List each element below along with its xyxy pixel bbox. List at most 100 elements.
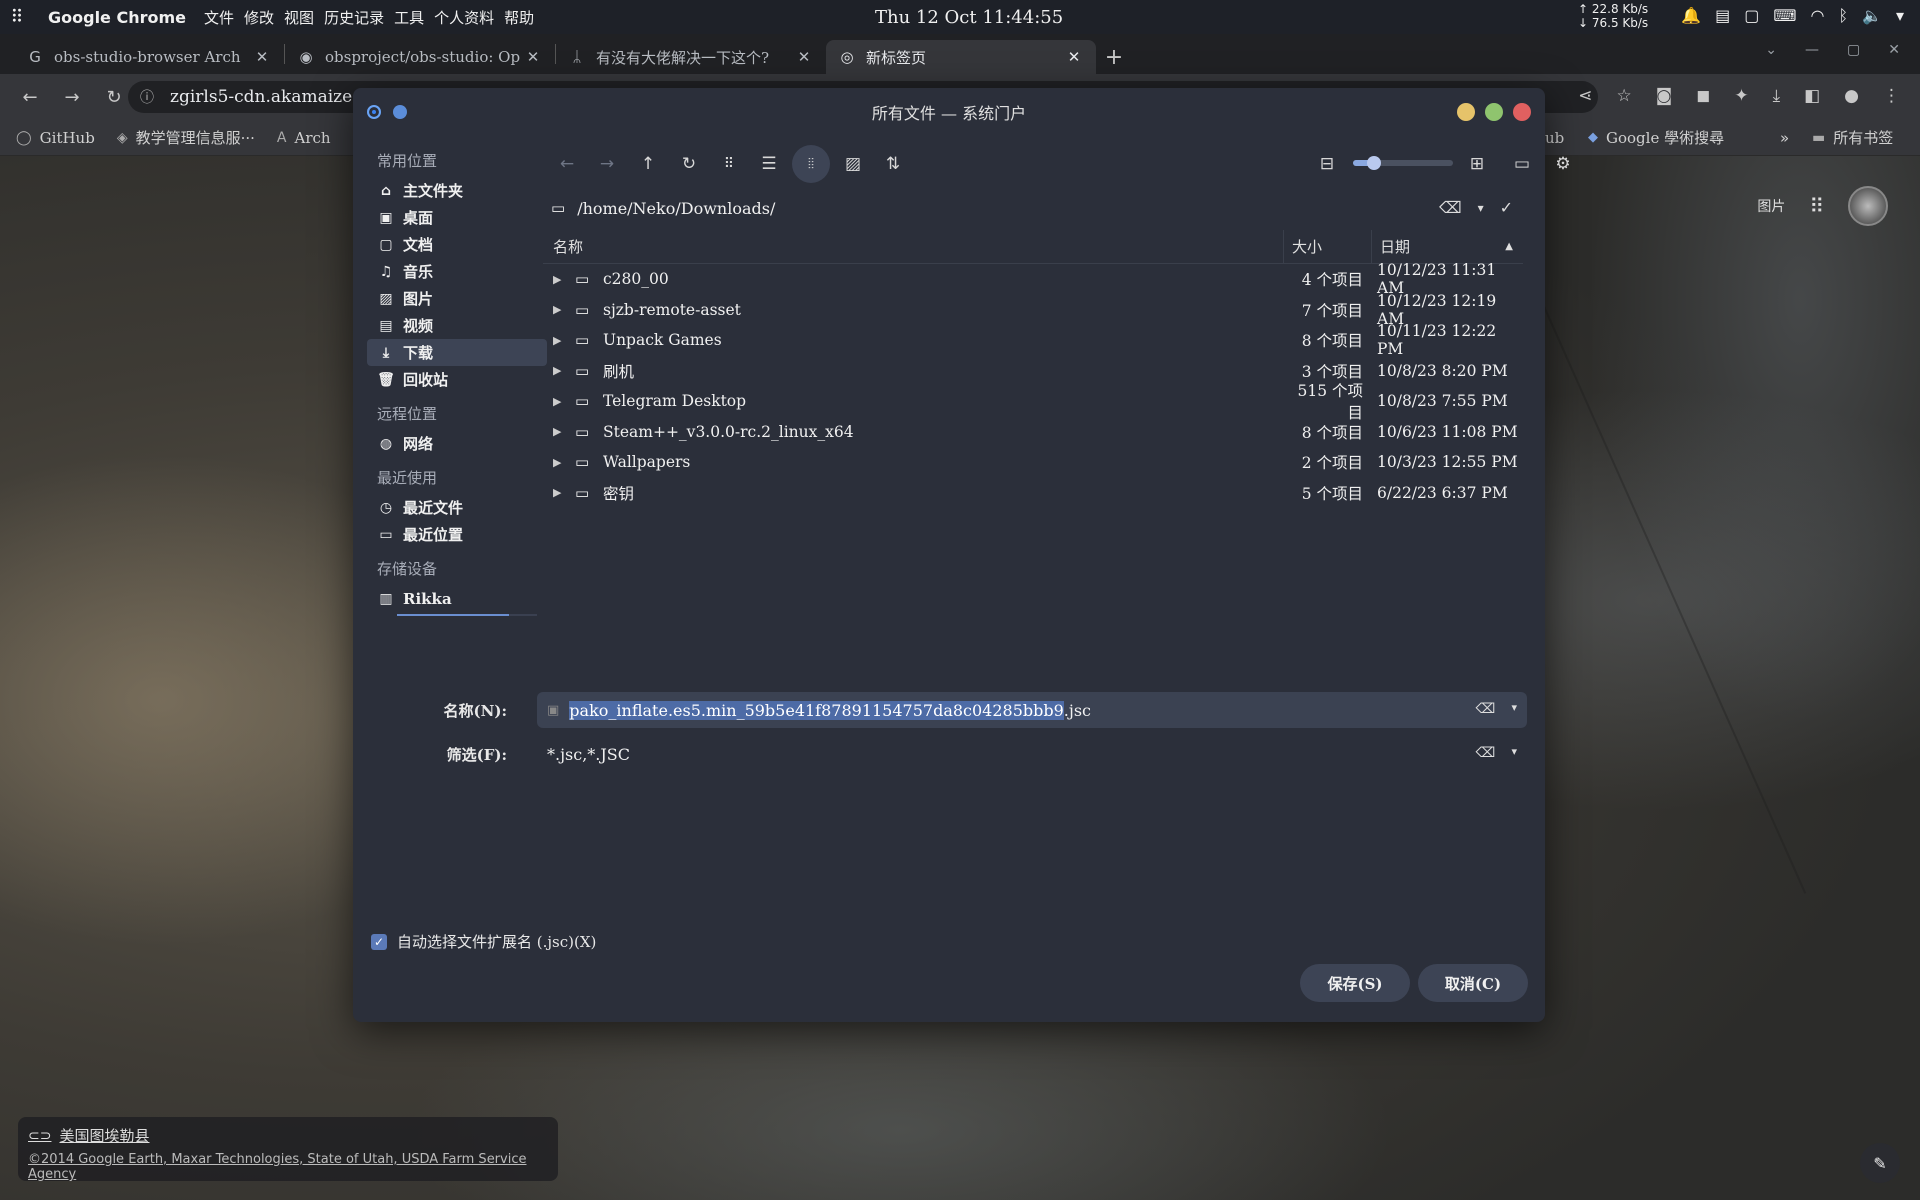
filter-value[interactable]: *.jsc,*.JSC xyxy=(547,745,630,764)
menu-view[interactable]: 视图 xyxy=(284,7,314,28)
more-menu-icon[interactable]: ⋮ xyxy=(1883,86,1900,106)
chevron-down-icon[interactable]: ▾ xyxy=(1511,701,1517,717)
detail-view-icon[interactable]: ⦙⦙ xyxy=(792,145,830,183)
sidebar-item-network[interactable]: ◍ 网络 xyxy=(367,430,547,457)
tab-obsproject[interactable]: ◉ obsproject/obs-studio: Op ✕ xyxy=(285,40,555,74)
zoom-slider-handle[interactable] xyxy=(1367,156,1381,170)
download-icon[interactable]: ⤓ xyxy=(1773,86,1781,106)
sidebar-item-trash[interactable]: 🗑 回收站 xyxy=(367,366,547,393)
bookmark-teaching-system[interactable]: ◈ 教学管理信息服··· xyxy=(117,127,255,148)
path-bar[interactable]: ▭ /home/Neko/Downloads/ ⌫ ▾ ✓ xyxy=(543,192,1523,224)
all-bookmarks-button[interactable]: ▬ 所有书签 xyxy=(1812,127,1893,148)
bookmarks-overflow-button[interactable]: » xyxy=(1780,129,1789,147)
table-row[interactable]: ▶ ▭ 密钥 5 个项目 6/22/23 6:37 PM xyxy=(543,478,1523,509)
filter-input[interactable]: *.jsc,*.JSC ⌫ ▾ xyxy=(537,736,1527,772)
zoom-slider[interactable] xyxy=(1353,156,1453,170)
close-icon[interactable]: ✕ xyxy=(523,48,543,66)
zoom-out-icon[interactable]: ⊟ xyxy=(1313,150,1341,178)
extension-icon[interactable]: ◙ xyxy=(1656,86,1673,106)
avatar[interactable] xyxy=(1848,186,1888,226)
sidebar-item-videos[interactable]: ▤ 视频 xyxy=(367,312,547,339)
site-info-icon[interactable]: ⓘ xyxy=(140,87,160,107)
preview-image-icon[interactable]: ▨ xyxy=(839,150,867,178)
attribution-place-link[interactable]: ⊂⊃ 美国图埃勒县 xyxy=(28,1125,548,1146)
column-header-name[interactable]: 名称 xyxy=(543,236,1283,257)
sort-icon[interactable]: ⇅ xyxy=(879,150,907,178)
reload-icon[interactable]: ↻ xyxy=(98,87,130,108)
tab-search-icon[interactable]: ⌄ xyxy=(1765,42,1777,58)
sidebar-item-rikka[interactable]: ▥ Rikka xyxy=(367,585,547,612)
current-path[interactable]: /home/Neko/Downloads/ xyxy=(577,199,775,218)
customize-chrome-button[interactable]: ✎ xyxy=(1860,1143,1900,1183)
expander-arrow-icon[interactable]: ▶ xyxy=(553,303,567,316)
table-row[interactable]: ▶ ▭ c280_00 4 个项目 10/12/23 11:31 AM xyxy=(543,261,1523,297)
bookmark-github[interactable]: ◯ GitHub xyxy=(16,129,95,147)
sidebar-item-pictures[interactable]: ▨ 图片 xyxy=(367,285,547,312)
attribution-credit[interactable]: ©2014 Google Earth, Maxar Technologies, … xyxy=(28,1152,548,1182)
table-row[interactable]: ▶ ▭ Telegram Desktop 515 个项目 10/8/23 7:55 PM xyxy=(543,382,1523,422)
parent-folder-icon[interactable]: ↑ xyxy=(634,150,662,178)
profile-avatar-icon[interactable]: ● xyxy=(1844,86,1859,106)
auto-extension-option[interactable]: ✓ 自动选择文件扩展名 (.jsc)(X) xyxy=(371,931,596,952)
menu-edit[interactable]: 修改 xyxy=(244,7,274,28)
minimize-button[interactable] xyxy=(1457,103,1475,121)
table-row[interactable]: ▶ ▭ 刷机 3 个项目 10/8/23 8:20 PM xyxy=(543,356,1523,387)
save-button[interactable]: 保存(S) xyxy=(1300,964,1410,1002)
notification-icon[interactable]: 🔔 xyxy=(1681,6,1701,25)
bookmark-hub[interactable]: ub xyxy=(1545,129,1564,147)
sidebar-item-desktop[interactable]: ▣ 桌面 xyxy=(367,204,547,231)
clock[interactable]: Thu 12 Oct 11:44:55 xyxy=(875,7,1063,28)
bookmark-star-icon[interactable]: ☆ xyxy=(1616,86,1631,106)
menu-help[interactable]: 帮助 xyxy=(504,7,534,28)
expander-arrow-icon[interactable]: ▶ xyxy=(553,364,567,377)
expander-arrow-icon[interactable]: ▶ xyxy=(553,395,567,408)
sidebar-item-music[interactable]: ♫ 音乐 xyxy=(367,258,547,285)
menu-tools[interactable]: 工具 xyxy=(394,7,424,28)
volume-icon[interactable]: 🔈 xyxy=(1862,6,1882,25)
list-view-icon[interactable]: ☰ xyxy=(755,150,783,178)
expander-arrow-icon[interactable]: ▶ xyxy=(553,334,567,347)
settings-gear-icon[interactable]: ⚙ xyxy=(1549,150,1577,178)
close-icon[interactable]: ✕ xyxy=(794,48,814,66)
refresh-icon[interactable]: ↻ xyxy=(675,150,703,178)
column-header-size[interactable]: 大小 xyxy=(1283,230,1371,263)
expander-arrow-icon[interactable]: ▶ xyxy=(553,456,567,469)
window-close-icon[interactable]: ✕ xyxy=(1888,42,1900,58)
maximize-button[interactable] xyxy=(1485,103,1503,121)
keyboard-icon[interactable]: ⌨ xyxy=(1773,6,1796,25)
forward-icon[interactable]: → xyxy=(56,87,88,108)
extensions-puzzle-icon[interactable]: ✦ xyxy=(1734,86,1748,106)
back-icon[interactable]: ← xyxy=(14,87,46,108)
icon-view-icon[interactable]: ⠿ xyxy=(715,150,743,178)
app-indicator-icon[interactable]: ▤ xyxy=(1715,6,1730,25)
side-panel-icon[interactable]: ◧ xyxy=(1804,86,1820,106)
filename-input[interactable]: ▣ pako_inflate.es5.min_59b5e41f878911547… xyxy=(537,692,1527,728)
table-row[interactable]: ▶ ▭ sjzb-remote-asset 7 个项目 10/12/23 12:19 A… xyxy=(543,292,1523,328)
menu-profile[interactable]: 个人资料 xyxy=(434,7,494,28)
menu-history[interactable]: 历史记录 xyxy=(324,7,384,28)
tab-new-tab[interactable]: ◎ 新标签页 ✕ xyxy=(826,40,1096,74)
wifi-icon[interactable]: ◠ xyxy=(1810,6,1824,25)
forward-icon[interactable]: → xyxy=(593,150,621,178)
extension-purple-icon[interactable]: ◼ xyxy=(1696,86,1710,106)
close-icon[interactable]: ✕ xyxy=(252,48,272,66)
bookmark-google-scholar[interactable]: ◆ Google 學術搜尋 xyxy=(1588,127,1724,148)
expander-arrow-icon[interactable]: ▶ xyxy=(553,486,567,499)
chevron-down-icon[interactable]: ▾ xyxy=(1478,198,1484,217)
pin-icon[interactable] xyxy=(367,105,381,119)
images-link[interactable]: 图片 xyxy=(1757,196,1785,216)
clear-icon[interactable]: ⌫ xyxy=(1476,701,1496,717)
tab-forum-question[interactable]: ᛦ 有没有大佬解决一下这个? ✕ xyxy=(556,40,826,74)
minimize-icon[interactable]: — xyxy=(1805,42,1819,58)
clear-icon[interactable]: ⌫ xyxy=(1439,198,1462,217)
column-header-date[interactable]: 日期 ▲ xyxy=(1371,230,1523,263)
expander-arrow-icon[interactable]: ▶ xyxy=(553,425,567,438)
auto-extension-checkbox[interactable]: ✓ xyxy=(371,933,387,950)
filename-selected-text[interactable]: pako_inflate.es5.min_59b5e41f87891154757… xyxy=(569,700,1064,720)
table-row[interactable]: ▶ ▭ Unpack Games 8 个项目 10/11/23 12:22 PM xyxy=(543,322,1523,358)
tab-obs-studio-browser[interactable]: G obs-studio-browser Arch ✕ xyxy=(14,40,284,74)
menu-file[interactable]: 文件 xyxy=(204,7,234,28)
confirm-check-icon[interactable]: ✓ xyxy=(1500,198,1513,217)
cancel-button[interactable]: 取消(C) xyxy=(1418,964,1528,1002)
sticky-icon[interactable] xyxy=(393,105,407,119)
